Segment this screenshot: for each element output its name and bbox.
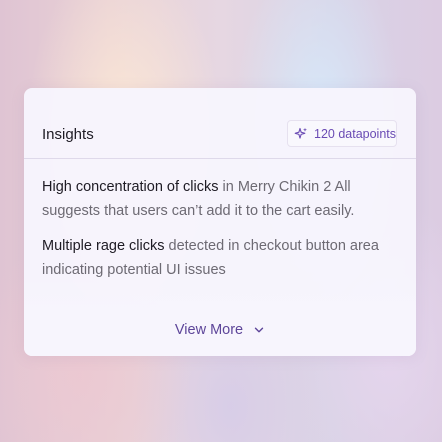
sparkle-icon xyxy=(294,127,308,141)
insights-card: Insights 120 datapoints High concentrati… xyxy=(24,88,416,356)
datapoints-count: 120 datapoints xyxy=(314,126,397,141)
card-title: Insights xyxy=(42,126,94,143)
card-header: Insights 120 datapoints xyxy=(24,88,416,159)
insight-highlight: Multiple rage clicks xyxy=(42,238,165,254)
view-more-label: View More xyxy=(174,322,244,338)
datapoints-badge: 120 datapoints xyxy=(287,120,397,147)
content-fade-overlay xyxy=(24,276,416,356)
view-more-button[interactable]: View More xyxy=(24,320,416,340)
chevron-down-icon xyxy=(253,324,265,336)
insight-item: High concentration of clicks in Merry Ch… xyxy=(42,175,392,223)
insight-highlight: High concentration of clicks xyxy=(42,179,219,195)
insight-item: Multiple rage clicks detected in checkou… xyxy=(42,234,392,282)
